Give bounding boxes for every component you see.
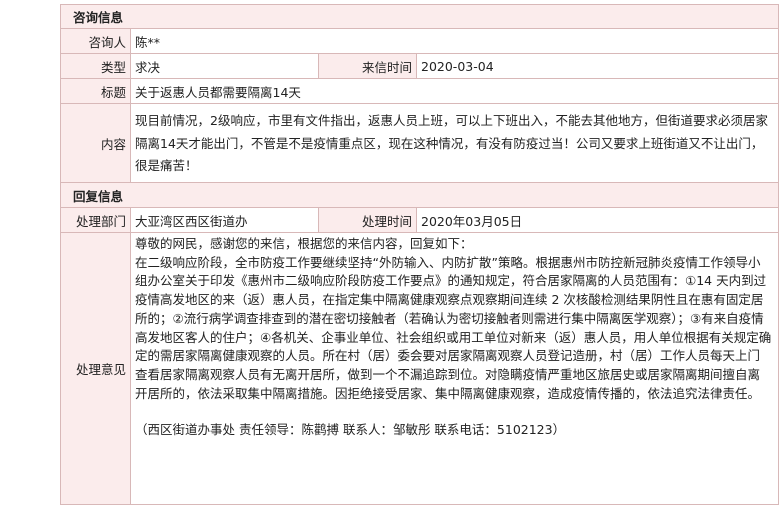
time-label: 处理时间 xyxy=(319,208,417,232)
consult-content-row: 内容 现目前情况，2级响应，市里有文件指出，返惠人员上班，可以上下班出入，不能去… xyxy=(61,104,778,183)
title-label: 标题 xyxy=(61,79,131,103)
opinion-value: 尊敬的网民，感谢您的来信，根据您的来信内容，回复如下： 在二级响应阶段，全市防疫… xyxy=(131,233,778,504)
consult-type-row: 类型 求决 来信时间 2020-03-04 xyxy=(61,54,778,79)
reply-greeting: 尊敬的网民，感谢您的来信，根据您的来信内容，回复如下： xyxy=(135,236,473,251)
consult-reply-table: 咨询信息 咨询人 陈** 类型 求决 来信时间 2020-03-04 标题 关于… xyxy=(60,4,779,505)
date-value: 2020-03-04 xyxy=(421,58,494,74)
reply-section-header: 回复信息 xyxy=(61,183,778,208)
reply-body: 在二级响应阶段，全市防疫工作要继续坚持“外防输入、内防扩散”策略。根据惠州市防控… xyxy=(135,254,772,401)
reply-opinion-row: 处理意见 尊敬的网民，感谢您的来信，根据您的来信内容，回复如下： 在二级响应阶段… xyxy=(61,233,778,504)
content-label: 内容 xyxy=(61,104,131,182)
reply-section-title: 回复信息 xyxy=(73,188,124,204)
consult-section-header: 咨询信息 xyxy=(61,5,778,29)
reply-signature: （西区街道办事处 责任领导：陈鹳搏 联系人：邹敏彤 联系电话：5102123） xyxy=(135,422,566,438)
dept-value: 大亚湾区西区街道办 xyxy=(131,208,319,232)
dept-label: 处理部门 xyxy=(61,208,131,232)
title-value: 关于返惠人员都需要隔离14天 xyxy=(135,84,301,100)
opinion-label: 处理意见 xyxy=(61,233,131,504)
type-value: 求决 xyxy=(131,54,319,78)
date-label: 来信时间 xyxy=(319,54,417,78)
time-value: 2020年03月05日 xyxy=(421,213,523,229)
type-label: 类型 xyxy=(61,54,131,78)
consult-title-row: 标题 关于返惠人员都需要隔离14天 xyxy=(61,79,778,104)
consult-person-row: 咨询人 陈** xyxy=(61,29,778,54)
reply-dept-row: 处理部门 大亚湾区西区街道办 处理时间 2020年03月05日 xyxy=(61,208,778,233)
consult-section-title: 咨询信息 xyxy=(73,10,124,25)
person-label: 咨询人 xyxy=(61,29,131,53)
content-value: 现目前情况，2级响应，市里有文件指出，返惠人员上班，可以上下班出入，不能去其他地… xyxy=(135,113,768,173)
person-value: 陈** xyxy=(135,34,161,50)
